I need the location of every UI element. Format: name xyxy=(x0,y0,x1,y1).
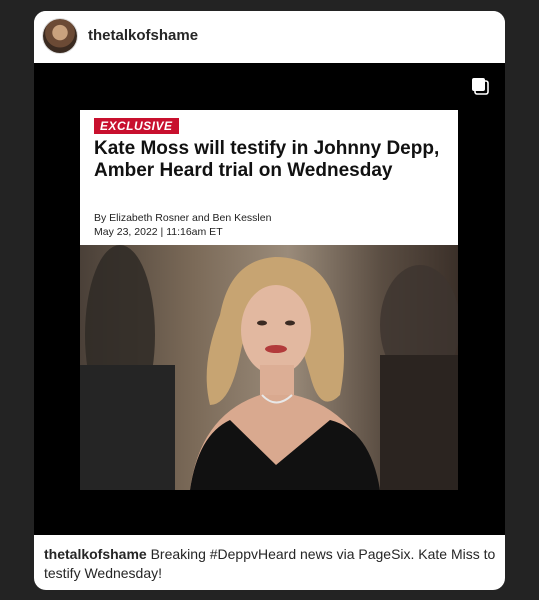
post-media[interactable]: EXCLUSIVE Kate Moss will testify in John… xyxy=(34,63,505,535)
avatar[interactable] xyxy=(43,19,77,53)
article-authors: By Elizabeth Rosner and Ben Kesslen xyxy=(94,212,272,224)
multiple-images-icon xyxy=(472,78,489,95)
article-headline: Kate Moss will testify in Johnny Depp, A… xyxy=(94,138,440,181)
post-username[interactable]: thetalkofshame xyxy=(88,27,198,44)
article-byline: By Elizabeth Rosner and Ben Kesslen May … xyxy=(94,211,271,239)
post-card: thetalkofshame EXCLUSIVE Kate Moss will … xyxy=(34,11,505,590)
caption-username[interactable]: thetalkofshame xyxy=(44,546,147,562)
portrait-illustration xyxy=(80,245,458,490)
article-photo xyxy=(80,245,458,490)
post-caption: thetalkofshame Breaking #DeppvHeard news… xyxy=(44,545,499,583)
article-screenshot: EXCLUSIVE Kate Moss will testify in John… xyxy=(80,110,458,490)
exclusive-badge: EXCLUSIVE xyxy=(94,118,179,134)
article-date: May 23, 2022 | 11:16am ET xyxy=(94,226,223,238)
post-header: thetalkofshame xyxy=(34,11,505,63)
